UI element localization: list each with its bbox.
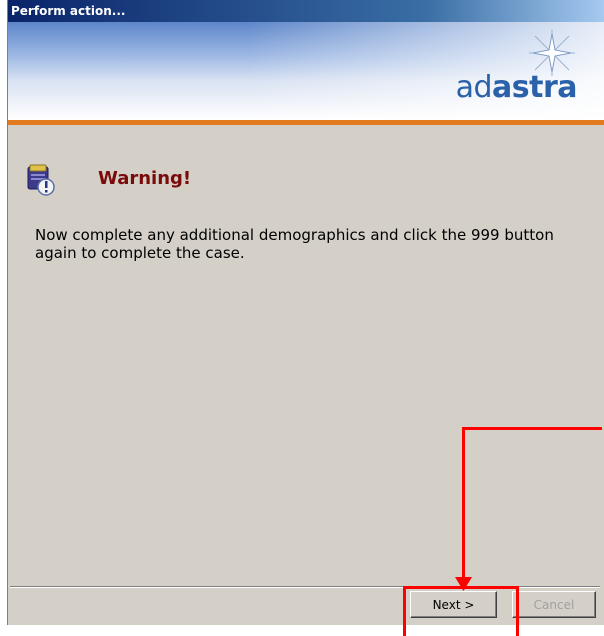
brand-banner: adastra	[8, 22, 604, 120]
warning-heading: Warning!	[98, 168, 192, 189]
logo-text-bold: astra	[492, 70, 577, 105]
next-button[interactable]: Next >	[410, 591, 497, 618]
warning-message: Now complete any additional demographics…	[35, 226, 554, 262]
dialog-window: Perform action... adastra Warning! Now c…	[7, 0, 604, 625]
logo-text-light: ad	[455, 70, 493, 105]
cancel-button[interactable]: Cancel	[512, 591, 596, 618]
dialog-content: Warning! Now complete any additional dem…	[8, 125, 604, 585]
window-title: Perform action...	[8, 0, 604, 22]
next-button-label: Next >	[432, 598, 475, 612]
warning-info-icon	[27, 164, 55, 196]
cancel-button-label: Cancel	[533, 598, 575, 612]
button-separator	[10, 586, 600, 588]
brand-logo: adastra	[455, 70, 578, 105]
